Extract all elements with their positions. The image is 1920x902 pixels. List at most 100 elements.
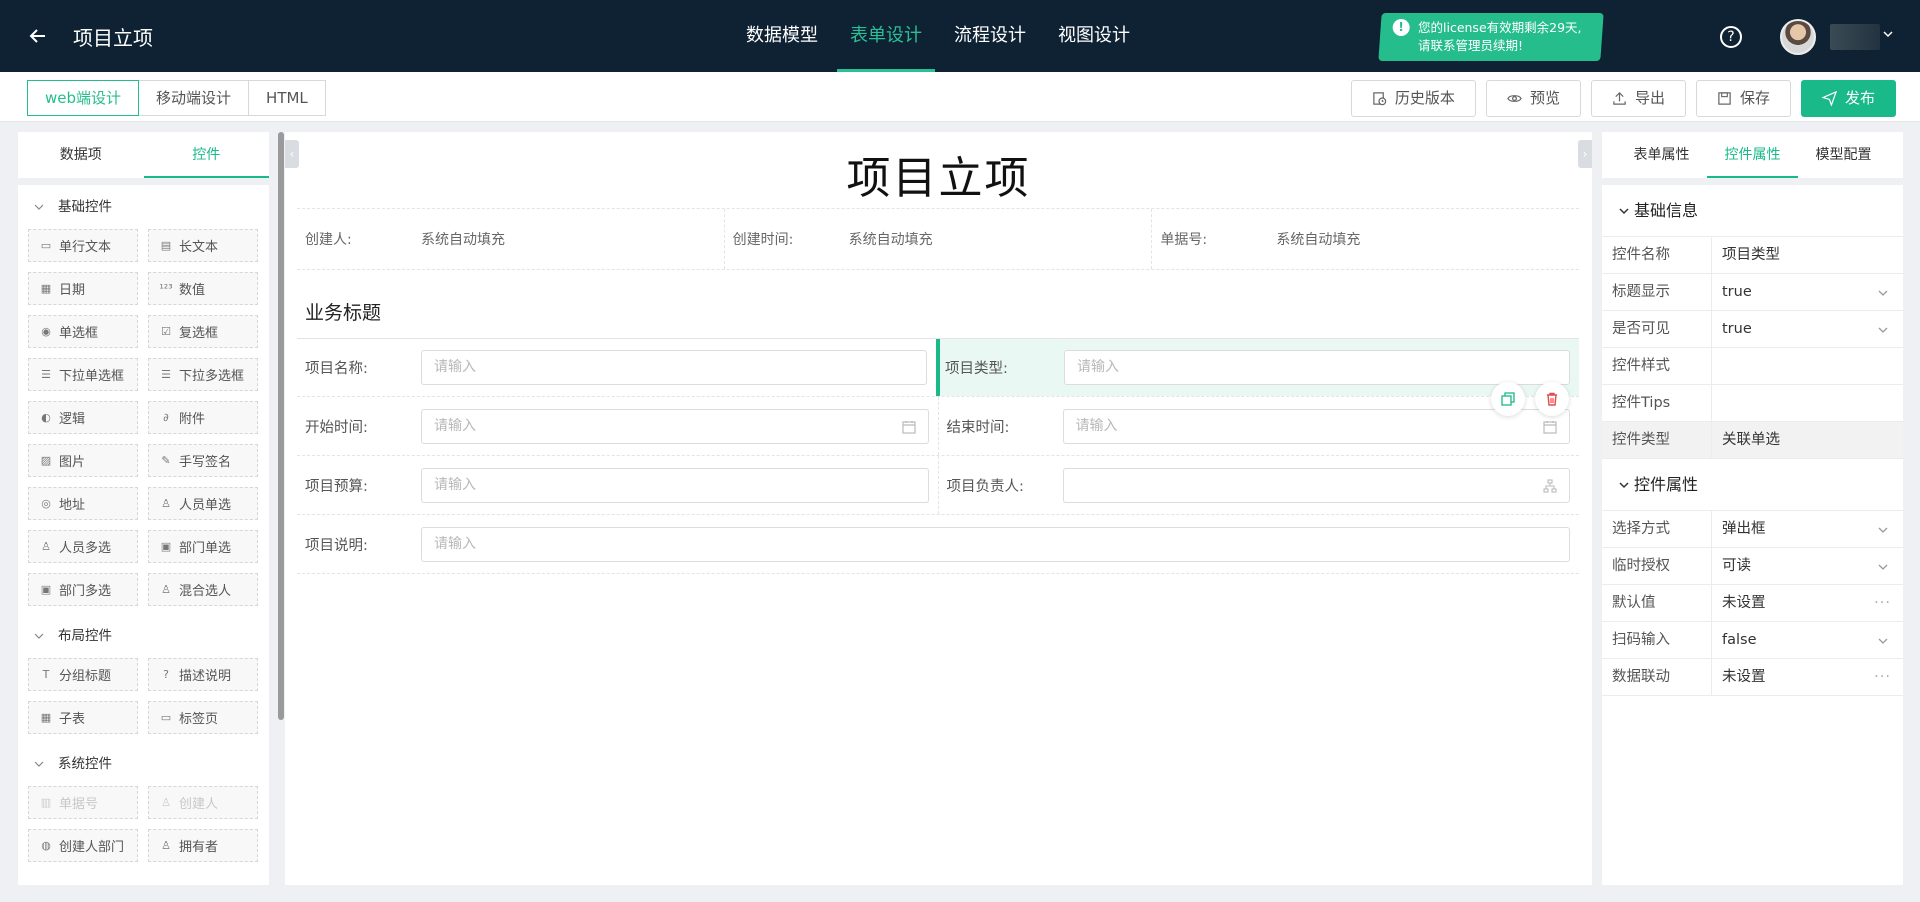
preview-button[interactable]: 预览 — [1485, 80, 1581, 117]
mode-web[interactable]: web端设计 — [27, 80, 140, 116]
project-type-input[interactable]: 请输入 — [1064, 350, 1570, 385]
control-org[interactable]: ◍ 创建人部门 — [28, 829, 138, 862]
control-department[interactable]: ▣ 部门单选 — [148, 530, 258, 563]
control-heading[interactable]: T 分组标题 — [28, 658, 138, 691]
help-icon[interactable]: ? — [1720, 26, 1742, 48]
prop-value[interactable]: 未设置 ··· — [1712, 585, 1903, 621]
field-project-type[interactable]: 项目类型: 请输入 — [936, 339, 1579, 416]
chevron-down-icon[interactable] — [1877, 635, 1889, 647]
control-departments[interactable]: ▣ 部门多选 — [28, 573, 138, 606]
layout-controls: T 分组标题 ? 描述说明 ▦ 子表 ▭ 标签页 — [18, 658, 269, 742]
control-help-circle[interactable]: ? 描述说明 — [148, 658, 258, 691]
start-time-input[interactable]: 请输入 — [421, 408, 929, 444]
panel-splitter[interactable] — [278, 132, 284, 720]
prop-value[interactable]: true — [1712, 311, 1903, 347]
control-tabs[interactable]: ▭ 标签页 — [148, 701, 258, 734]
export-button[interactable]: 导出 — [1590, 80, 1686, 117]
control-dropdown[interactable]: ☰ 下拉单选框 — [28, 358, 138, 391]
control-owner[interactable]: ♙ 拥有者 — [148, 829, 258, 862]
more-icon[interactable]: ··· — [1874, 585, 1891, 622]
form-title[interactable]: 项目立项 — [285, 142, 1592, 206]
nav-flow-design[interactable]: 流程设计 — [941, 0, 1039, 72]
group-system[interactable]: 系统控件 — [18, 742, 269, 786]
field-label: 开始时间: — [305, 419, 368, 436]
control-number[interactable]: ¹²³ 数值 — [148, 272, 258, 305]
field-project-name[interactable]: 项目名称: 请输入 — [297, 339, 936, 396]
control-table[interactable]: ▦ 子表 — [28, 701, 138, 734]
chevron-down-icon[interactable] — [1882, 28, 1894, 44]
more-icon[interactable]: ··· — [1874, 659, 1891, 696]
control-paperclip[interactable]: ∂ 附件 — [148, 401, 258, 434]
copy-icon[interactable] — [1491, 382, 1525, 416]
delete-icon[interactable] — [1535, 382, 1569, 416]
publish-button[interactable]: 发布 — [1800, 80, 1896, 117]
tab-control-props[interactable]: 控件属性 — [1707, 132, 1798, 178]
avatar[interactable] — [1780, 19, 1816, 55]
prop-value[interactable]: false — [1712, 622, 1903, 658]
prop-group-attrs[interactable]: 控件属性 — [1602, 459, 1903, 511]
control-label: 手写签名 — [179, 455, 232, 470]
field-description[interactable]: 项目说明: 请输入 — [297, 515, 1579, 573]
prop-value[interactable]: 可读 — [1712, 548, 1903, 584]
nav-form-design[interactable]: 表单设计 — [837, 0, 935, 72]
prop-value[interactable]: 弹出框 — [1712, 511, 1903, 547]
meta-created-time[interactable]: 创建时间: 系统自动填充 — [725, 209, 1153, 269]
project-owner-input[interactable] — [1062, 467, 1570, 503]
mode-html[interactable]: HTML — [248, 80, 326, 116]
tabs-icon: ▭ — [160, 711, 172, 724]
control-radio[interactable]: ◉ 单选框 — [28, 315, 138, 348]
control-dropdown-multi[interactable]: ☰ 下拉多选框 — [148, 358, 258, 391]
section-title[interactable]: 业务标题 — [305, 298, 381, 325]
control-location[interactable]: ◎ 地址 — [28, 487, 138, 520]
control-pen[interactable]: ✎ 手写签名 — [148, 444, 258, 477]
field-budget[interactable]: 项目预算: 请输入 — [297, 456, 938, 514]
budget-input[interactable]: 请输入 — [421, 467, 929, 503]
prop-group-basic[interactable]: 基础信息 — [1602, 185, 1903, 237]
history-button[interactable]: 历史版本 — [1350, 80, 1476, 117]
user-name-redacted[interactable] — [1830, 24, 1880, 50]
project-name-input[interactable]: 请输入 — [421, 350, 927, 385]
nav-view-design[interactable]: 视图设计 — [1045, 0, 1143, 72]
prop-value[interactable]: 项目类型 — [1712, 237, 1903, 273]
group-layout[interactable]: 布局控件 — [18, 614, 269, 658]
control-calendar[interactable]: ▦ 日期 — [28, 272, 138, 305]
prop-value[interactable] — [1712, 348, 1903, 384]
save-button[interactable]: 保存 — [1695, 80, 1791, 117]
control-textarea[interactable]: ▤ 长文本 — [148, 229, 258, 262]
control-label: 附件 — [179, 412, 206, 427]
nav-data-model[interactable]: 数据模型 — [733, 0, 831, 72]
meta-doc-number[interactable]: 单据号: 系统自动填充 — [1152, 209, 1579, 269]
control-users[interactable]: ♙ 人员多选 — [28, 530, 138, 563]
chevron-down-icon[interactable] — [1877, 524, 1889, 536]
chevron-down-icon[interactable] — [1877, 287, 1889, 299]
dropdown-multi-icon: ☰ — [161, 368, 171, 381]
meta-creator[interactable]: 创建人: 系统自动填充 — [297, 209, 725, 269]
control-label: 地址 — [59, 498, 86, 513]
description-input[interactable]: 请输入 — [421, 526, 1570, 562]
prop-value[interactable]: true — [1712, 274, 1903, 310]
chevron-down-icon[interactable] — [1877, 561, 1889, 573]
mode-mobile[interactable]: 移动端设计 — [138, 80, 250, 116]
control-barcode[interactable]: ▥ 单据号 — [28, 786, 138, 819]
control-toggle[interactable]: ◐ 逻辑 — [28, 401, 138, 434]
control-textbox[interactable]: ▭ 单行文本 — [28, 229, 138, 262]
control-user[interactable]: ♙ 创建人 — [148, 786, 258, 819]
field-project-owner[interactable]: 项目负责人: — [937, 456, 1580, 514]
control-image[interactable]: ▨ 图片 — [28, 444, 138, 477]
prop-value[interactable]: 未设置 ··· — [1712, 659, 1903, 695]
tab-form-props[interactable]: 表单属性 — [1616, 132, 1707, 178]
tab-controls[interactable]: 控件 — [143, 132, 270, 178]
barcode-icon: ▥ — [40, 796, 52, 809]
back-arrow-icon[interactable] — [24, 22, 52, 50]
tab-model-config[interactable]: 模型配置 — [1798, 132, 1889, 178]
prop-value-text: 未设置 — [1722, 669, 1766, 685]
field-start-time[interactable]: 开始时间: 请输入 — [297, 397, 938, 455]
tab-data-items[interactable]: 数据项 — [18, 132, 144, 178]
field-end-time[interactable]: 结束时间: 请输入 — [937, 397, 1580, 455]
group-basic[interactable]: 基础控件 — [18, 185, 269, 229]
control-user-mixed[interactable]: ♙ 混合选人 — [148, 573, 258, 606]
chevron-down-icon[interactable] — [1877, 324, 1889, 336]
prop-value[interactable] — [1712, 385, 1903, 421]
control-user[interactable]: ♙ 人员单选 — [148, 487, 258, 520]
control-checkbox[interactable]: ☑ 复选框 — [148, 315, 258, 348]
